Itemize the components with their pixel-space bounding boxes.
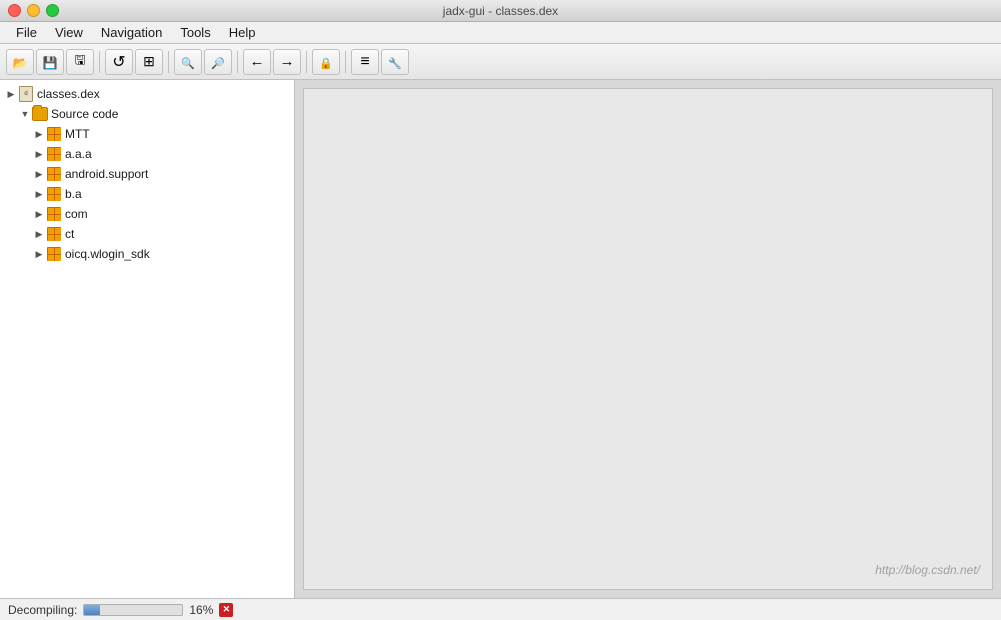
tree-label-android-support: android.support [65, 167, 148, 181]
menu-navigation[interactable]: Navigation [93, 23, 170, 42]
tree-arrow-ct [32, 227, 46, 241]
save2-icon: 🖫 [74, 51, 85, 73]
tree-item-mtt[interactable]: MTT [0, 124, 294, 144]
tree-label-ct: ct [65, 227, 74, 241]
tree-label-aaa: a.a.a [65, 147, 92, 161]
file-tree-panel: d classes.dex Source code MTT a [0, 80, 295, 598]
tree-item-aaa[interactable]: a.a.a [0, 144, 294, 164]
tree-item-android-support[interactable]: android.support [0, 164, 294, 184]
progress-bar-fill [84, 605, 100, 615]
lock-icon [319, 54, 333, 70]
package-icon-ct [46, 226, 62, 242]
source-code-icon [32, 106, 48, 122]
search-button[interactable] [174, 49, 202, 75]
nav-back-icon [250, 53, 265, 70]
progress-bar [83, 604, 183, 616]
tree-item-ct[interactable]: ct [0, 224, 294, 244]
tree-arrow-source [18, 107, 32, 121]
title-bar: jadx-gui - classes.dex [0, 0, 1001, 22]
separator-5 [345, 51, 346, 73]
close-button[interactable] [8, 4, 21, 17]
tree-arrow-mtt [32, 127, 46, 141]
nav-back-button[interactable] [243, 49, 271, 75]
tree-root-label: classes.dex [37, 87, 100, 101]
sync-icon [143, 53, 155, 70]
separator-2 [168, 51, 169, 73]
minimize-button[interactable] [27, 4, 40, 17]
settings-icon [388, 54, 402, 70]
maximize-button[interactable] [46, 4, 59, 17]
tree-label-com: com [65, 207, 88, 221]
progress-text: 16% [189, 603, 213, 617]
lock-button[interactable] [312, 49, 340, 75]
nav-forward-button[interactable] [273, 49, 301, 75]
reload-icon [112, 52, 125, 72]
separator-1 [99, 51, 100, 73]
search-adv-button[interactable] [204, 49, 232, 75]
save-all-button[interactable] [36, 49, 64, 75]
dex-file-icon: d [18, 86, 34, 102]
tree-arrow-com [32, 207, 46, 221]
tree-item-ba[interactable]: b.a [0, 184, 294, 204]
open-icon [13, 54, 28, 70]
settings-button[interactable] [381, 49, 409, 75]
status-bar: Decompiling: 16% [0, 598, 1001, 620]
separator-3 [237, 51, 238, 73]
decompiling-label: Decompiling: [8, 603, 77, 617]
save-button[interactable]: 🖫 [66, 49, 94, 75]
package-icon-oicq [46, 246, 62, 262]
main-content: d classes.dex Source code MTT a [0, 80, 1001, 598]
watermark-text: http://blog.csdn.net/ [875, 563, 980, 577]
tree-arrow-ba [32, 187, 46, 201]
save-icon [43, 54, 58, 70]
menu-tools[interactable]: Tools [172, 23, 218, 42]
package-icon-android-support [46, 166, 62, 182]
tree-arrow-root [4, 87, 18, 101]
tree-source-label: Source code [51, 107, 118, 121]
package-icon-mtt [46, 126, 62, 142]
toolbar: 🖫 [0, 44, 1001, 80]
open-button[interactable] [6, 49, 34, 75]
decompile-button[interactable] [351, 49, 379, 75]
search-adv-icon [211, 54, 225, 70]
tree-label-mtt: MTT [65, 127, 90, 141]
package-icon-ba [46, 186, 62, 202]
tree-arrow-aaa [32, 147, 46, 161]
back-button[interactable] [105, 49, 133, 75]
editor-panel: http://blog.csdn.net/ [295, 80, 1001, 598]
tree-arrow-android-support [32, 167, 46, 181]
tree-arrow-oicq [32, 247, 46, 261]
menu-file[interactable]: File [8, 23, 45, 42]
window-controls [8, 4, 59, 17]
tree-item-com[interactable]: com [0, 204, 294, 224]
menu-view[interactable]: View [47, 23, 91, 42]
cancel-button[interactable] [219, 603, 233, 617]
editor-area: http://blog.csdn.net/ [303, 88, 993, 590]
package-icon-aaa [46, 146, 62, 162]
tree-label-ba: b.a [65, 187, 82, 201]
tree-item-oicq[interactable]: oicq.wlogin_sdk [0, 244, 294, 264]
window-title: jadx-gui - classes.dex [443, 4, 558, 18]
separator-4 [306, 51, 307, 73]
menu-bar: File View Navigation Tools Help [0, 22, 1001, 44]
package-icon-com [46, 206, 62, 222]
menu-help[interactable]: Help [221, 23, 264, 42]
nav-forward-icon [280, 53, 295, 70]
search-icon [181, 54, 195, 70]
sync-button[interactable] [135, 49, 163, 75]
decompile-icon [360, 53, 369, 71]
tree-root[interactable]: d classes.dex [0, 84, 294, 104]
tree-source-code[interactable]: Source code [0, 104, 294, 124]
tree-label-oicq: oicq.wlogin_sdk [65, 247, 150, 261]
